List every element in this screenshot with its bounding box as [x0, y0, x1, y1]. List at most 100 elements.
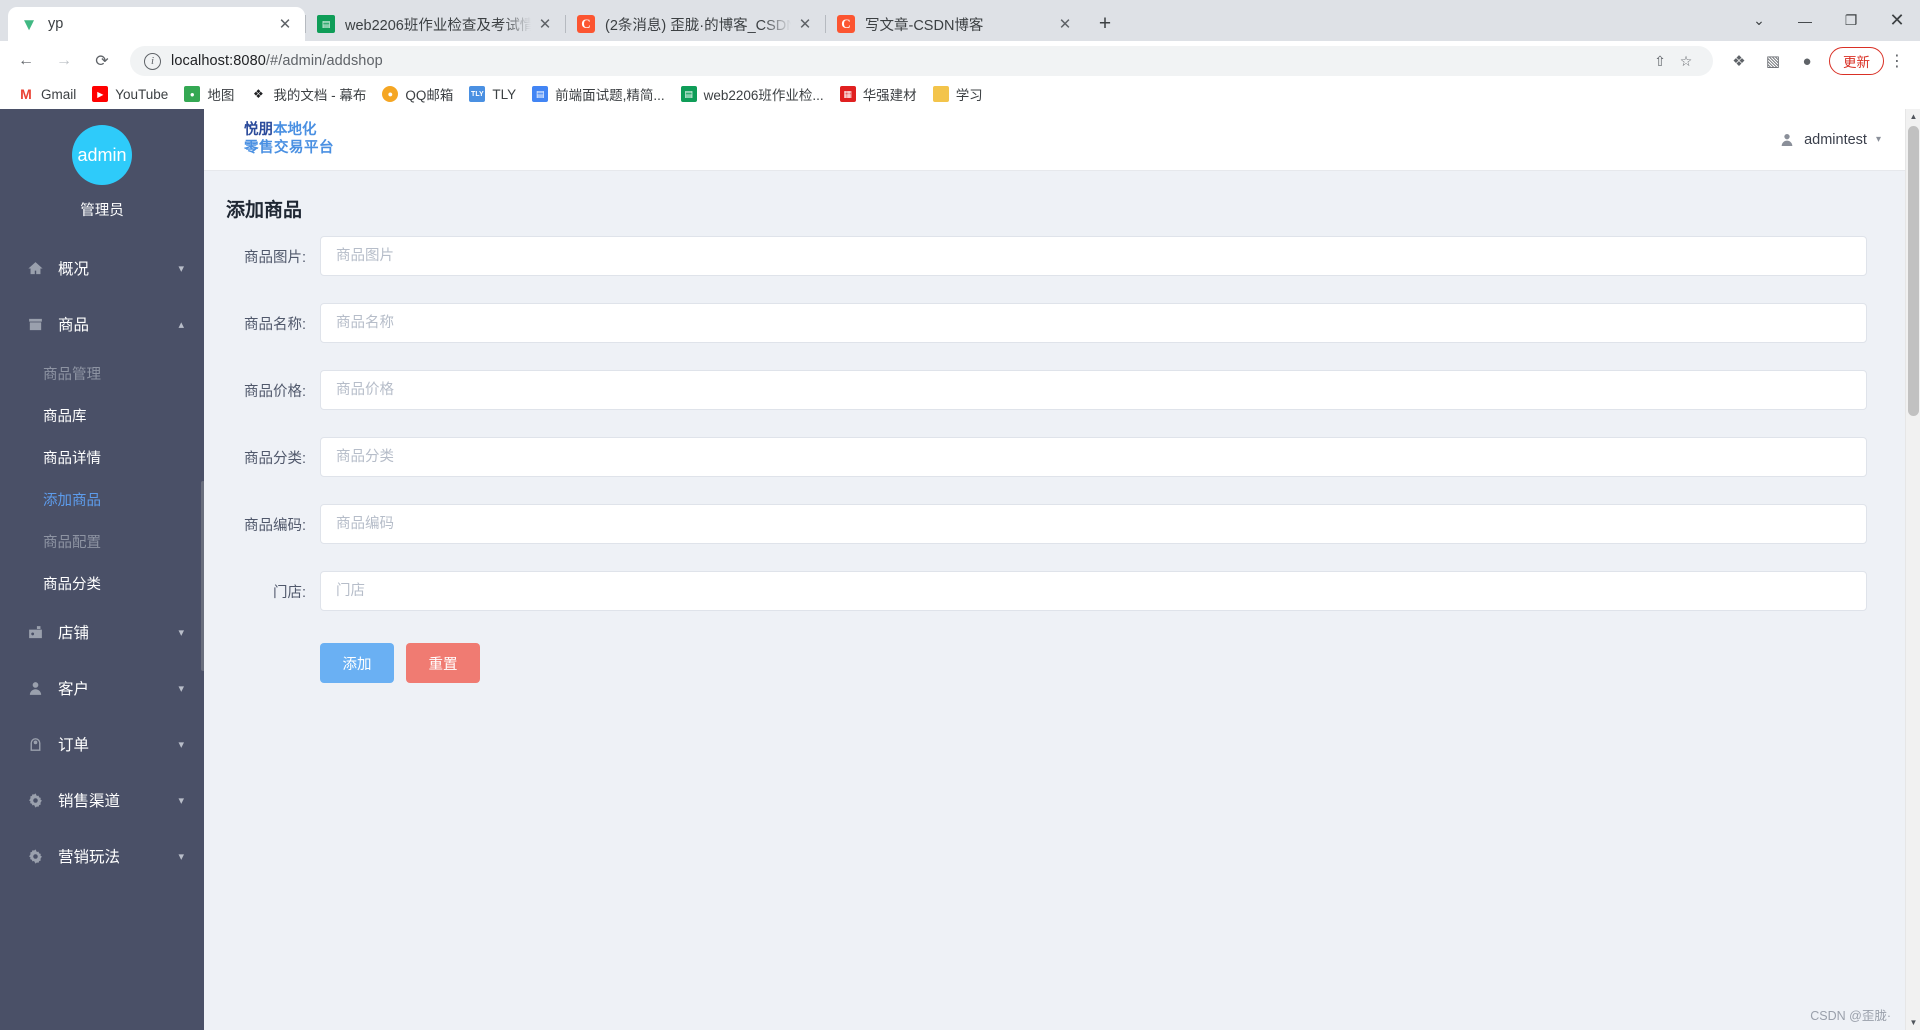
sidebar-subitem-product-config[interactable]: 商品配置: [0, 520, 204, 562]
omnibox-actions: ⇧ ☆: [1647, 48, 1699, 74]
tab-close-icon[interactable]: ✕: [535, 14, 555, 34]
page-scrollbar[interactable]: ▲ ▼: [1905, 109, 1920, 1030]
scrollbar-thumb[interactable]: [1908, 126, 1919, 416]
main-content: 悦朋本地化 零售交易平台 admintest ▾ 添加商品 商品图片: 商品图片…: [204, 109, 1905, 1030]
field-label: 门店:: [272, 584, 306, 601]
form-row-product-image: 商品图片:: [226, 236, 1867, 276]
scroll-up-icon[interactable]: ▲: [1906, 109, 1920, 124]
reload-icon[interactable]: ⟳: [86, 45, 118, 77]
logo-line-1: 悦朋本地化: [244, 122, 317, 139]
sidebar-item-orders[interactable]: 订单 ▾: [0, 716, 204, 772]
forward-icon[interactable]: →: [48, 45, 80, 77]
sidebar-subitem-product-category[interactable]: 商品分类: [0, 562, 204, 604]
side-panel-icon[interactable]: ▧: [1757, 45, 1789, 77]
browser-tab-2[interactable]: ▤ web2206班作业检查及考试情况 ✕: [305, 7, 565, 41]
tab-title: yp: [48, 16, 64, 32]
extensions-icon[interactable]: ❖: [1723, 45, 1755, 77]
store-input[interactable]: [320, 571, 1867, 611]
browser-tab-4[interactable]: C 写文章-CSDN博客 ✕: [825, 7, 1085, 41]
chevron-down-icon: ▾: [178, 738, 184, 751]
sidebar-subitem-product-management[interactable]: 商品管理: [0, 352, 204, 394]
new-tab-button[interactable]: +: [1091, 10, 1119, 38]
google-maps-icon: ●: [184, 86, 201, 102]
huaqiang-icon: ▦: [839, 86, 856, 102]
admin-sidebar: admin 管理员 概况 ▾ 商品 ▴ 商品管理 商品库 商品详情 添加商品 商…: [0, 109, 204, 1030]
bookmark-label: 我的文档 - 幕布: [273, 88, 367, 103]
close-window-button[interactable]: ✕: [1874, 0, 1920, 41]
bookmark-maps[interactable]: ● 地图: [176, 81, 242, 107]
csdn-icon: C: [837, 15, 855, 33]
maximize-button[interactable]: ❐: [1828, 0, 1874, 41]
product-category-input[interactable]: [320, 437, 1867, 477]
tab-close-icon[interactable]: ✕: [795, 14, 815, 34]
address-bar[interactable]: i localhost:8080/#/admin/addshop ⇧ ☆: [130, 46, 1713, 76]
sidebar-item-label: 客户: [58, 681, 90, 698]
sidebar-item-marketing[interactable]: 营销玩法 ▾: [0, 828, 204, 884]
address-bar-url: localhost:8080/#/admin/addshop: [171, 53, 383, 69]
sidebar-item-sales-channel[interactable]: 销售渠道 ▾: [0, 772, 204, 828]
chevron-down-icon: ▾: [178, 682, 184, 695]
bookmark-gmail[interactable]: M Gmail: [10, 83, 84, 105]
chrome-menu-icon[interactable]: ⋮: [1884, 45, 1910, 77]
gear-icon: [24, 848, 46, 865]
sidebar-item-customers[interactable]: 客户 ▾: [0, 660, 204, 716]
profile-avatar-icon[interactable]: ●: [1791, 45, 1823, 77]
browser-tab-3[interactable]: C (2条消息) 歪胧·的博客_CSDN博 ✕: [565, 7, 825, 41]
sidebar-subitem-product-library[interactable]: 商品库: [0, 394, 204, 436]
page-info-icon[interactable]: i: [144, 52, 161, 70]
bookmark-label: 前端面试题,精简...: [555, 88, 665, 103]
user-menu[interactable]: admintest ▾: [1779, 132, 1881, 148]
sidebar-menu: 概况 ▾ 商品 ▴ 商品管理 商品库 商品详情 添加商品 商品配置 商品分类 店…: [0, 240, 204, 884]
app-header: 悦朋本地化 零售交易平台 admintest ▾: [204, 109, 1905, 171]
share-icon[interactable]: ⇧: [1647, 48, 1673, 74]
update-button[interactable]: 更新: [1829, 47, 1884, 75]
page-viewport: admin 管理员 概况 ▾ 商品 ▴ 商品管理 商品库 商品详情 添加商品 商…: [0, 109, 1920, 1030]
csdn-icon: C: [577, 15, 595, 33]
logo-line-2: 零售交易平台: [244, 139, 334, 156]
home-icon: [24, 260, 46, 277]
chevron-down-icon: ▾: [178, 850, 184, 863]
avatar[interactable]: admin: [72, 125, 132, 185]
person-icon: [1779, 132, 1795, 148]
bookmark-qqmail[interactable]: ● QQ邮箱: [374, 81, 461, 107]
scroll-down-icon[interactable]: ▼: [1906, 1015, 1920, 1030]
sidebar-item-overview[interactable]: 概况 ▾: [0, 240, 204, 296]
product-name-input[interactable]: [320, 303, 1867, 343]
add-button[interactable]: 添加: [320, 643, 394, 683]
product-price-input[interactable]: [320, 370, 1867, 410]
gear-icon: [24, 792, 46, 809]
bookmark-web2206[interactable]: ▤ web2206班作业检...: [673, 81, 832, 107]
chevron-down-icon: ▾: [178, 262, 184, 275]
bookmark-huaqiang[interactable]: ▦ 华强建材: [832, 81, 925, 107]
field-label: 商品分类:: [243, 450, 306, 467]
tab-close-icon[interactable]: ✕: [275, 14, 295, 34]
browser-window: ▼ yp ✕ ▤ web2206班作业检查及考试情况 ✕ C (2条消息) 歪胧…: [0, 0, 1920, 1030]
bookmark-youtube[interactable]: ▶ YouTube: [84, 83, 176, 105]
chevron-down-icon: ▾: [178, 626, 184, 639]
bookmark-label: 华强建材: [862, 88, 917, 103]
csdn-watermark: CSDN @歪胧·: [1810, 1009, 1891, 1023]
user-name-label: admintest: [1804, 131, 1867, 148]
bookmark-mubu[interactable]: ❖ 我的文档 - 幕布: [242, 81, 374, 107]
back-icon[interactable]: ←: [10, 45, 42, 77]
product-code-input[interactable]: [320, 504, 1867, 544]
bookmark-frontend-interview[interactable]: ▤ 前端面试题,精简...: [524, 81, 673, 107]
bookmark-star-icon[interactable]: ☆: [1673, 48, 1699, 74]
bookmark-study-folder[interactable]: 学习: [925, 81, 991, 107]
doc-icon: ▤: [532, 86, 549, 102]
form-actions: 添加 重置: [226, 643, 1867, 683]
page-title: 添加商品: [226, 200, 303, 221]
product-image-input[interactable]: [320, 236, 1867, 276]
sidebar-subitem-add-product[interactable]: 添加商品: [0, 478, 204, 520]
bookmark-tly[interactable]: TLY TLY: [461, 83, 524, 105]
tab-search-icon[interactable]: ⌄: [1736, 0, 1782, 41]
sidebar-item-label: 概况: [58, 261, 90, 278]
bookmark-label: YouTube: [115, 86, 169, 102]
reset-button[interactable]: 重置: [406, 643, 480, 683]
sidebar-item-products[interactable]: 商品 ▴: [0, 296, 204, 352]
sidebar-subitem-product-detail[interactable]: 商品详情: [0, 436, 204, 478]
minimize-button[interactable]: —: [1782, 0, 1828, 41]
browser-tab-1[interactable]: ▼ yp ✕: [8, 7, 305, 41]
tab-close-icon[interactable]: ✕: [1055, 14, 1075, 34]
sidebar-item-stores[interactable]: 店铺 ▾: [0, 604, 204, 660]
